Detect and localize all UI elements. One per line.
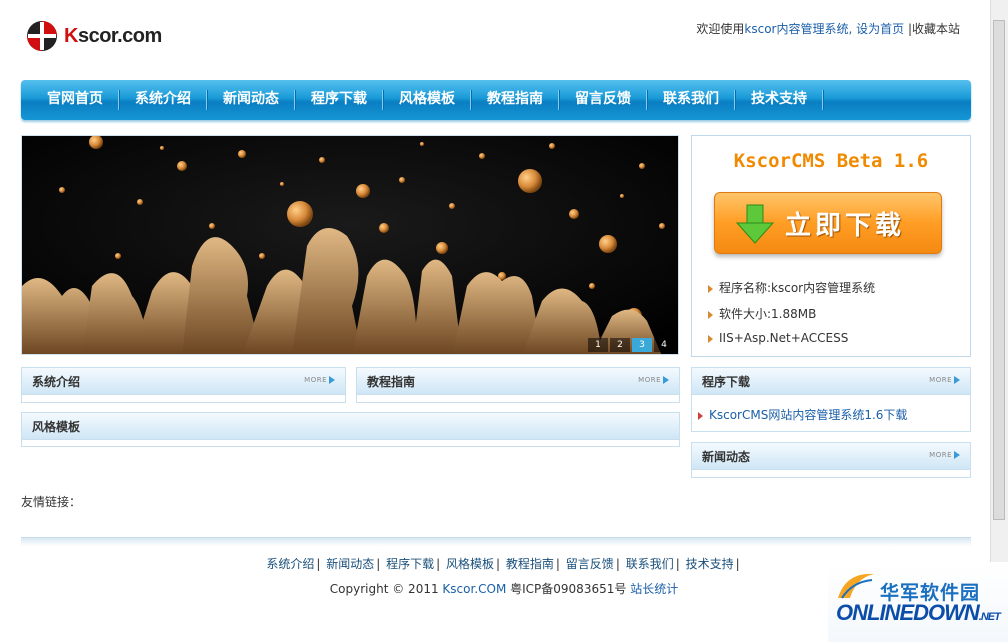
- bullet-icon: [708, 284, 713, 293]
- download-title: KscorCMS Beta 1.6: [733, 150, 929, 172]
- friend-links-label: 友情链接：: [21, 495, 82, 509]
- more-arrow-icon: [329, 376, 335, 384]
- footer-link-intro[interactable]: 系统介绍: [266, 557, 314, 571]
- panel-program: 程序下载 MORE KscorCMS网站内容管理系统1.6下载: [691, 367, 971, 432]
- guide-more-link[interactable]: MORE: [638, 376, 669, 384]
- site-logo[interactable]: Kscor.com: [26, 20, 162, 52]
- program-download-link[interactable]: KscorCMS网站内容管理系统1.6下载: [698, 406, 907, 423]
- more-arrow-icon: [663, 376, 669, 384]
- footer-link-news[interactable]: 新闻动态: [326, 557, 374, 571]
- nav-download[interactable]: 程序下载: [295, 80, 383, 120]
- nav-guide[interactable]: 教程指南: [471, 80, 559, 120]
- bullet-icon: [708, 334, 713, 343]
- panel-news: 新闻动态 MORE: [691, 442, 971, 478]
- main-nav: 官网首页 系统介绍 新闻动态 程序下载 风格模板 教程指南 留言反馈 联系我们 …: [21, 80, 971, 120]
- banner-image: [22, 136, 678, 354]
- set-home-link[interactable]: , 设为首页: [848, 22, 904, 36]
- vertical-scrollbar[interactable]: [990, 0, 1008, 562]
- watermark-swoosh-icon: [838, 573, 874, 599]
- favorite-link[interactable]: 收藏本站: [912, 22, 960, 36]
- footer-link-support[interactable]: 技术支持: [686, 557, 734, 571]
- scrollbar-thumb[interactable]: [993, 20, 1005, 520]
- onlinedown-watermark: 华军软件园 ONLINEDOWN.NET: [828, 562, 1008, 642]
- download-button[interactable]: 立即下载: [714, 192, 942, 254]
- top-links: 欢迎使用kscor内容管理系统, 设为首页 |收藏本站: [696, 20, 960, 37]
- nav-intro[interactable]: 系统介绍: [119, 80, 207, 120]
- nav-news[interactable]: 新闻动态: [207, 80, 295, 120]
- bullet-icon: [708, 310, 713, 319]
- download-button-label: 立即下载: [785, 211, 906, 241]
- info-env: IIS+Asp.Net+ACCESS: [708, 331, 848, 345]
- slide-pagination: 1 2 3 4: [588, 338, 674, 352]
- logo-icon: [26, 20, 58, 52]
- more-arrow-icon: [954, 451, 960, 459]
- program-more-link[interactable]: MORE: [929, 376, 960, 384]
- info-size: 软件大小:1.88MB: [708, 305, 816, 322]
- banner-slideshow[interactable]: 1 2 3 4: [21, 135, 679, 355]
- footer-link-contact[interactable]: 联系我们: [626, 557, 674, 571]
- news-more-link[interactable]: MORE: [929, 451, 960, 459]
- logo-text: Kscor.com: [64, 24, 162, 47]
- panel-guide: 教程指南 MORE: [356, 367, 680, 403]
- panel-intro-title: 系统介绍: [32, 375, 81, 389]
- more-arrow-icon: [954, 376, 960, 384]
- slide-2-button[interactable]: 2: [610, 338, 630, 352]
- intro-more-link[interactable]: MORE: [304, 376, 335, 384]
- watermark-en: ONLINEDOWN.NET: [836, 600, 1001, 625]
- panel-program-title: 程序下载: [702, 375, 751, 389]
- footer-link-feedback[interactable]: 留言反馈: [566, 557, 614, 571]
- panel-guide-title: 教程指南: [367, 375, 416, 389]
- download-arrow-icon: [735, 204, 775, 244]
- download-box: KscorCMS Beta 1.6 立即下载 程序名称:kscor内容管理系统 …: [691, 135, 971, 357]
- site-link[interactable]: Kscor.COM: [442, 582, 506, 596]
- product-link[interactable]: kscor内容管理系统: [744, 22, 848, 36]
- separator: |: [904, 22, 912, 36]
- stats-link[interactable]: 站长统计: [630, 582, 678, 596]
- welcome-text: 欢迎使用: [696, 22, 745, 36]
- slide-3-button[interactable]: 3: [632, 338, 652, 352]
- panel-template-title: 风格模板: [32, 420, 81, 434]
- footer-link-download[interactable]: 程序下载: [386, 557, 434, 571]
- nav-home[interactable]: 官网首页: [31, 80, 119, 120]
- nav-templates[interactable]: 风格模板: [383, 80, 471, 120]
- nav-contact[interactable]: 联系我们: [647, 80, 735, 120]
- slide-4-button[interactable]: 4: [654, 338, 674, 352]
- footer-divider: [21, 537, 971, 546]
- panel-intro: 系统介绍 MORE: [21, 367, 346, 403]
- nav-feedback[interactable]: 留言反馈: [559, 80, 647, 120]
- footer-link-templates[interactable]: 风格模板: [446, 557, 494, 571]
- info-program-name: 程序名称:kscor内容管理系统: [708, 279, 875, 296]
- panel-template: 风格模板: [21, 412, 680, 447]
- nav-support[interactable]: 技术支持: [735, 80, 823, 120]
- bullet-icon: [698, 411, 703, 420]
- panel-news-title: 新闻动态: [702, 450, 751, 464]
- slide-1-button[interactable]: 1: [588, 338, 608, 352]
- footer-link-guide[interactable]: 教程指南: [506, 557, 554, 571]
